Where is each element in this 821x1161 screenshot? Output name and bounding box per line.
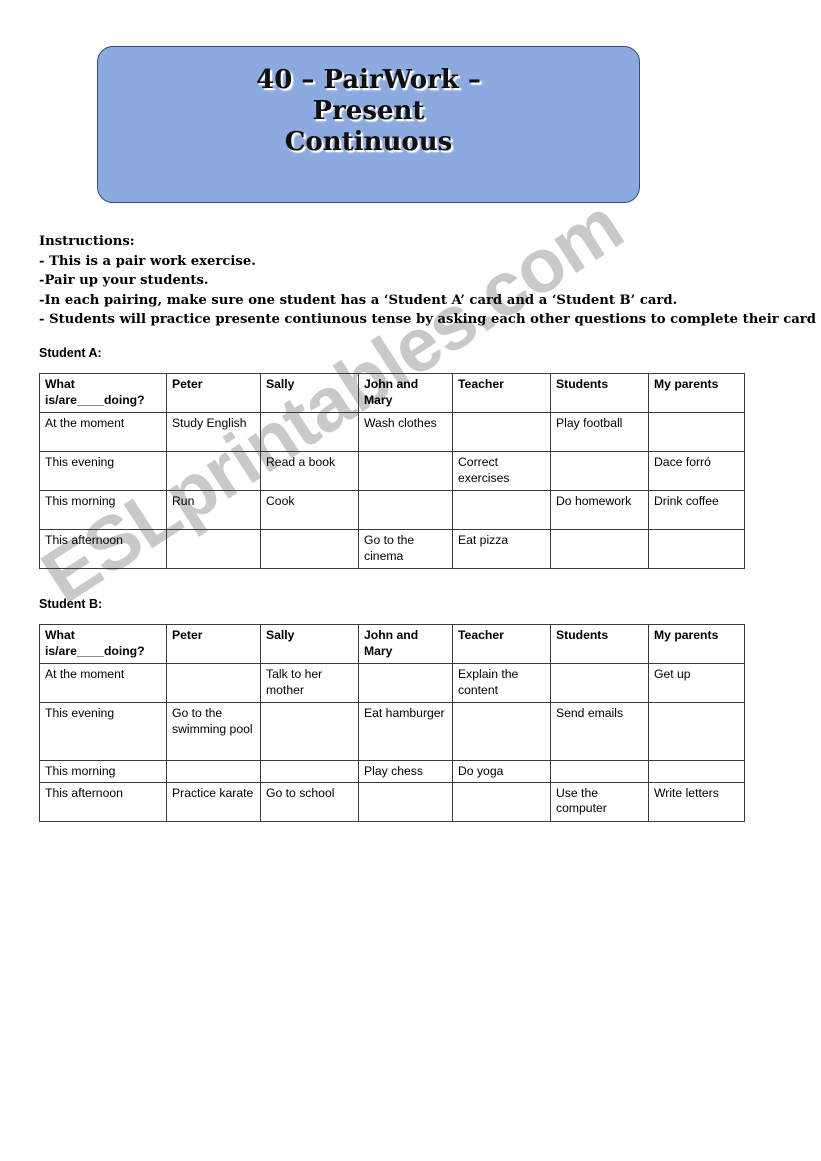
table-cell[interactable]: Send emails [550,702,649,761]
table-cell[interactable] [452,412,551,452]
table-cell[interactable] [358,781,453,822]
table-header-row: What is/are____doing? Peter Sally John a… [39,624,745,664]
table-cell[interactable] [260,529,359,569]
table-cell[interactable]: Eat pizza [452,529,551,569]
table-cell[interactable] [166,760,261,783]
student-b-table: What is/are____doing? Peter Sally John a… [39,624,745,822]
table-cell[interactable]: Run [166,490,261,530]
table-cell[interactable]: Do yoga [452,760,551,783]
page-title: 40 – PairWork – Present Continuous [256,65,481,157]
row-label: This evening [39,451,167,491]
table-cell[interactable] [166,451,261,491]
table-cell[interactable] [166,663,261,703]
table-cell[interactable]: Eat hamburger [358,702,453,761]
title-banner: 40 – PairWork – Present Continuous [97,46,640,203]
table-row: This evening Read a book Correct exercis… [39,451,745,491]
table-cell[interactable]: Do homework [550,490,649,530]
instruction-line: -In each pairing, make sure one student … [39,292,678,308]
table-cell[interactable] [166,529,261,569]
row-label: This evening [39,702,167,761]
instruction-line: - This is a pair work exercise. [39,253,256,269]
table-cell[interactable] [648,412,745,452]
row-label: This afternoon [39,529,167,569]
table-cell[interactable]: Correct exercises [452,451,551,491]
table-cell[interactable] [452,490,551,530]
section-label-student-a: Student A: [39,346,102,360]
table-row: This morning Run Cook Do homework Drink … [39,490,745,530]
column-header-john-and-mary: John and Mary [358,624,453,664]
table-cell[interactable]: Drink coffee [648,490,745,530]
table-cell[interactable]: Go to school [260,781,359,822]
column-header-john-and-mary: John and Mary [358,373,453,413]
row-label: At the moment [39,412,167,452]
row-label: At the moment [39,663,167,703]
table-cell[interactable]: Go to the cinema [358,529,453,569]
table-header-row: What is/are____doing? Peter Sally John a… [39,373,745,413]
table-cell[interactable]: Study English [166,412,261,452]
student-a-table: What is/are____doing? Peter Sally John a… [39,373,745,569]
column-header-question: What is/are____doing? [39,373,167,413]
column-header-peter: Peter [166,624,261,664]
column-header-students: Students [550,373,649,413]
table-row: This evening Go to the swimming pool Eat… [39,702,745,761]
table-cell[interactable] [550,529,649,569]
table-cell[interactable] [260,702,359,761]
table-cell[interactable]: Play chess [358,760,453,783]
table-cell[interactable] [550,663,649,703]
instruction-line: -Pair up your students. [39,273,209,288]
table-cell[interactable] [260,412,359,452]
table-cell[interactable] [648,760,745,783]
table-cell[interactable]: Practice karate [166,781,261,822]
column-header-sally: Sally [260,373,359,413]
table-cell[interactable] [358,663,453,703]
table-row: At the moment Talk to her mother Explain… [39,663,745,703]
table-cell[interactable]: Wash clothes [358,412,453,452]
table-cell[interactable]: Explain the content [452,663,551,703]
table-cell[interactable] [260,760,359,783]
table-cell[interactable]: Use the computer [550,781,649,822]
table-cell[interactable] [358,490,453,530]
table-cell[interactable] [648,529,745,569]
table-row: This morning Play chess Do yoga [39,760,745,783]
table-cell[interactable]: Dace forró [648,451,745,491]
instructions-heading: Instructions: [39,234,135,249]
table-cell[interactable]: Go to the swimming pool [166,702,261,761]
table-cell[interactable]: Play football [550,412,649,452]
column-header-teacher: Teacher [452,373,551,413]
column-header-question: What is/are____doing? [39,624,167,664]
table-cell[interactable] [648,702,745,761]
table-cell[interactable] [550,760,649,783]
table-row: This afternoon Go to the cinema Eat pizz… [39,529,745,569]
table-cell[interactable] [452,702,551,761]
column-header-my-parents: My parents [648,373,745,413]
section-label-student-b: Student B: [39,597,103,611]
table-cell[interactable]: Get up [648,663,745,703]
column-header-sally: Sally [260,624,359,664]
table-cell[interactable]: Cook [260,490,359,530]
column-header-peter: Peter [166,373,261,413]
row-label: This morning [39,760,167,783]
table-cell[interactable]: Read a book [260,451,359,491]
table-cell[interactable] [550,451,649,491]
instruction-line: - Students will practice presente contiu… [39,312,816,327]
table-cell[interactable]: Talk to her mother [260,663,359,703]
table-cell[interactable] [452,781,551,822]
table-row: This afternoon Practice karate Go to sch… [39,781,745,822]
row-label: This morning [39,490,167,530]
instructions-block: Instructions: - This is a pair work exer… [39,232,816,330]
row-label: This afternoon [39,781,167,822]
column-header-my-parents: My parents [648,624,745,664]
column-header-teacher: Teacher [452,624,551,664]
column-header-students: Students [550,624,649,664]
table-row: At the moment Study English Wash clothes… [39,412,745,452]
table-cell[interactable]: Write letters [648,781,745,822]
table-cell[interactable] [358,451,453,491]
worksheet-page: ESLprintables.com 40 – PairWork – Presen… [0,0,821,1161]
